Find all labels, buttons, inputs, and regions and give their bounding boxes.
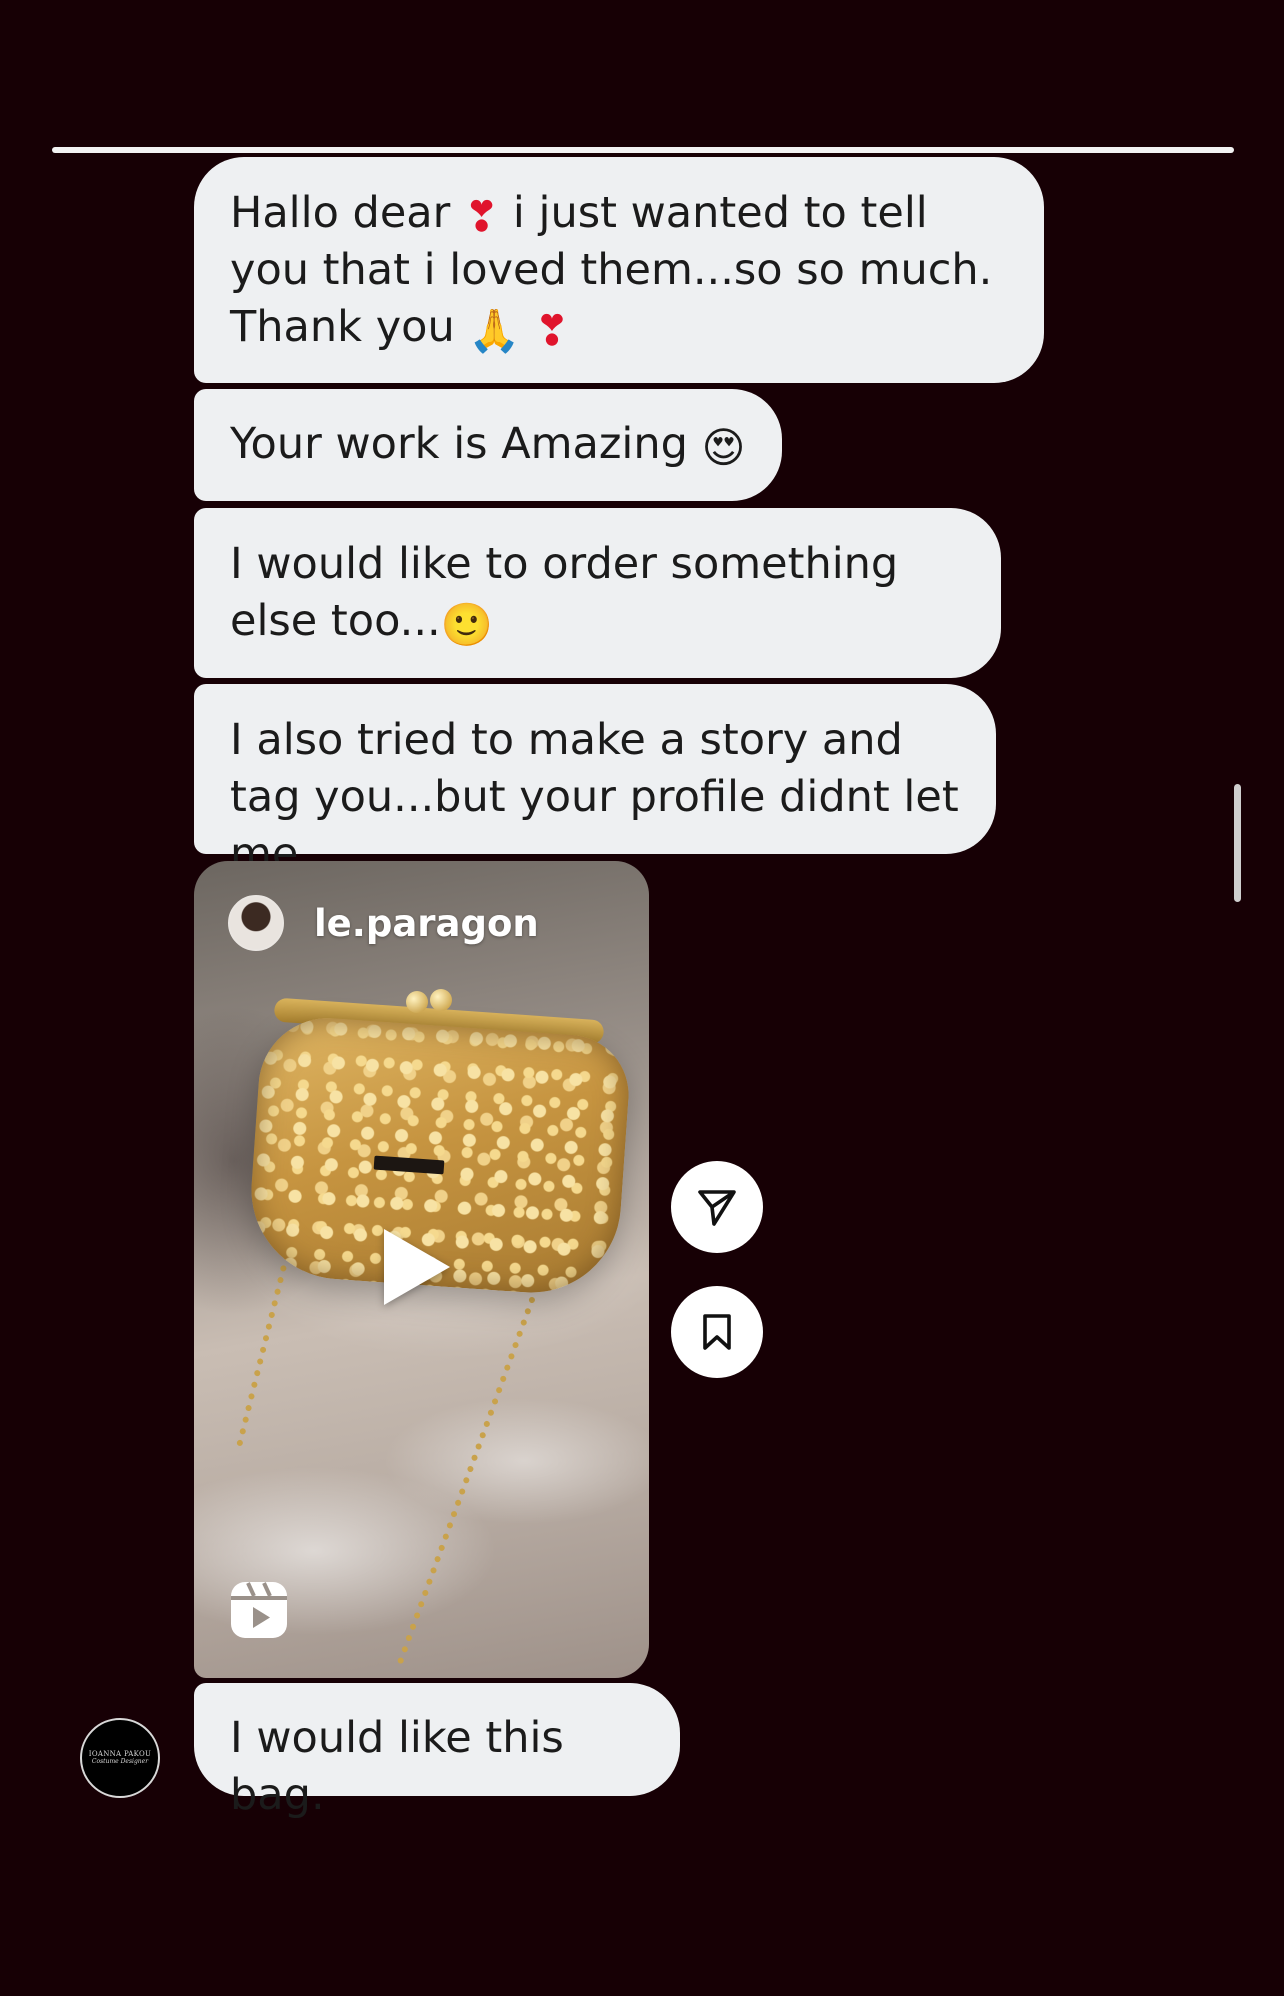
message-bubble[interactable]: I would like this bag. <box>194 1683 680 1820</box>
message-bubble[interactable]: Your work is Amazing 😍 <box>194 389 782 501</box>
sender-title: Costume Designer <box>91 1757 149 1765</box>
heart-exclamation-emoji: ❣ <box>534 306 570 355</box>
message-bubble[interactable]: I also tried to make a story and tag you… <box>194 684 996 879</box>
save-button[interactable] <box>671 1286 763 1378</box>
send-icon <box>698 1190 736 1226</box>
play-icon[interactable] <box>384 1229 450 1305</box>
smile-emoji: 🙂 <box>440 600 493 649</box>
shared-reel-card[interactable]: le.paragon <box>194 861 649 1678</box>
send-button[interactable] <box>671 1161 763 1253</box>
message-bubble[interactable]: Hallo dear ❣ i just wanted to tell you t… <box>194 157 1044 383</box>
message-text: Your work is Amazing <box>230 419 702 469</box>
heart-exclamation-emoji: ❣ <box>464 192 500 241</box>
heart-eyes-emoji: 😍 <box>701 423 746 472</box>
message-text: I would like to order something else too… <box>230 539 899 646</box>
message-text: I also tried to make a story and tag you… <box>230 715 959 879</box>
sender-avatar[interactable]: IOANNA PAKOU Costume Designer <box>80 1718 160 1798</box>
message-text: I would like this bag. <box>230 1713 564 1820</box>
reel-author-username[interactable]: le.paragon <box>314 902 539 945</box>
reel-author-avatar[interactable] <box>228 895 284 951</box>
folded-hands-emoji: 🙏 <box>468 306 521 355</box>
message-text: Hallo dear <box>230 188 465 238</box>
reel-header[interactable]: le.paragon <box>228 895 539 951</box>
scrollbar[interactable] <box>1234 784 1241 902</box>
bookmark-icon <box>703 1314 731 1350</box>
reels-icon <box>231 1582 287 1638</box>
message-bubble[interactable]: I would like to order something else too… <box>194 508 1001 678</box>
top-divider <box>52 147 1234 153</box>
